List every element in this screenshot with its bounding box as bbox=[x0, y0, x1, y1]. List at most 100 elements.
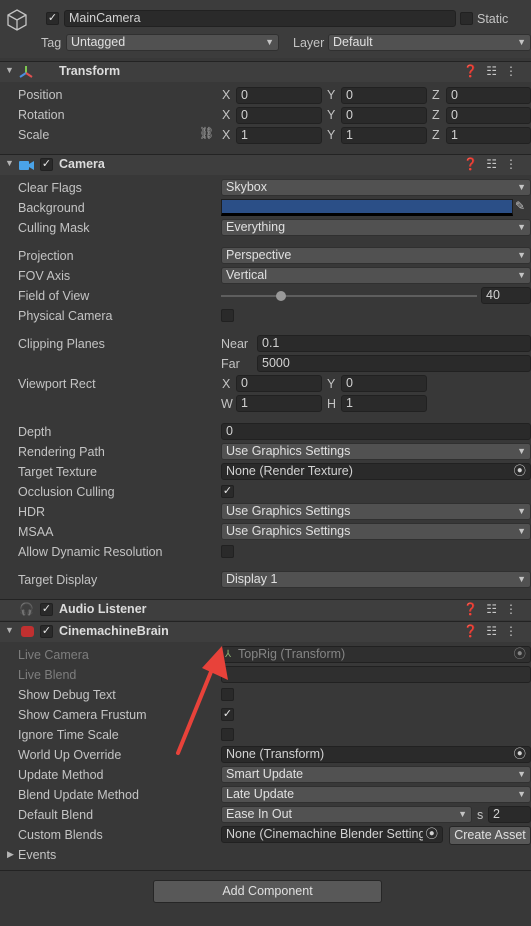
near-label: Near bbox=[221, 337, 249, 351]
blend-update-dropdown[interactable]: Late Update ▼ bbox=[221, 786, 531, 803]
eyedropper-icon[interactable]: ✎ bbox=[515, 199, 525, 213]
live-blend-field bbox=[221, 666, 531, 683]
position-x-field[interactable]: 0 bbox=[236, 87, 322, 104]
custom-blends-field[interactable]: None (Cinemachine Blender Setting ⦿ bbox=[221, 826, 443, 843]
sliders-icon[interactable]: ☷ bbox=[486, 157, 505, 171]
foldout-arrow-icon[interactable]: ▼ bbox=[5, 158, 14, 168]
create-asset-button[interactable]: Create Asset bbox=[449, 826, 531, 845]
scale-x-field[interactable]: 1 bbox=[236, 127, 322, 144]
add-component-button[interactable]: Add Component bbox=[153, 880, 382, 903]
culling-mask-dropdown[interactable]: Everything ▼ bbox=[221, 219, 531, 236]
sliders-icon[interactable]: ☷ bbox=[486, 624, 505, 638]
fov-axis-value: Vertical bbox=[226, 268, 267, 282]
viewport-y-field[interactable]: 0 bbox=[341, 375, 427, 392]
chevron-down-icon: ▼ bbox=[517, 789, 526, 799]
clear-flags-value: Skybox bbox=[226, 180, 267, 194]
object-name-field[interactable]: MainCamera bbox=[64, 10, 456, 27]
scale-label: Scale bbox=[18, 128, 50, 142]
near-field[interactable]: 0.1 bbox=[257, 335, 531, 352]
custom-blends-label: Custom Blends bbox=[18, 828, 103, 842]
foldout-arrow-icon[interactable]: ▶ bbox=[7, 849, 14, 860]
world-up-value: None (Transform) bbox=[226, 747, 325, 761]
camera-enabled-checkbox[interactable]: ✓ bbox=[40, 158, 53, 171]
scale-z-field[interactable]: 1 bbox=[446, 127, 531, 144]
events-label[interactable]: Events bbox=[18, 848, 56, 862]
viewport-w-field[interactable]: 1 bbox=[236, 395, 322, 412]
fov-slider-track[interactable] bbox=[221, 295, 477, 297]
default-blend-dropdown[interactable]: Ease In Out ▼ bbox=[221, 806, 472, 823]
camera-header[interactable]: ▼ ✓ Camera ❓☷⋮ bbox=[0, 154, 531, 175]
hdr-dropdown[interactable]: Use Graphics Settings ▼ bbox=[221, 503, 531, 520]
position-y-label: Y bbox=[327, 88, 336, 102]
sliders-icon[interactable]: ☷ bbox=[486, 602, 505, 616]
cinemachine-brain-checkbox[interactable]: ✓ bbox=[40, 625, 53, 638]
kebab-menu-icon[interactable]: ⋮ bbox=[505, 624, 525, 638]
scale-y-label: Y bbox=[327, 128, 336, 142]
viewport-x-field[interactable]: 0 bbox=[236, 375, 322, 392]
cinemachine-brain-header[interactable]: ▼ ✓ CinemachineBrain ❓☷⋮ bbox=[0, 621, 531, 642]
transform-header[interactable]: ▼ Transform ❓☷⋮ bbox=[0, 61, 531, 82]
msaa-dropdown[interactable]: Use Graphics Settings ▼ bbox=[221, 523, 531, 540]
object-picker-icon[interactable]: ⦿ bbox=[513, 464, 526, 479]
viewport-rect-label: Viewport Rect bbox=[18, 377, 96, 391]
kebab-menu-icon[interactable]: ⋮ bbox=[505, 157, 525, 171]
depth-field[interactable]: 0 bbox=[221, 423, 531, 440]
target-texture-field[interactable]: None (Render Texture) ⦿ bbox=[221, 463, 531, 480]
msaa-label: MSAA bbox=[18, 525, 54, 539]
layer-dropdown[interactable]: Default ▼ bbox=[328, 34, 531, 51]
rendering-path-dropdown[interactable]: Use Graphics Settings ▼ bbox=[221, 443, 531, 460]
background-color-swatch[interactable] bbox=[221, 199, 513, 216]
help-icon[interactable]: ❓ bbox=[463, 157, 486, 171]
default-blend-seconds-field[interactable]: 2 bbox=[488, 806, 531, 823]
chevron-down-icon: ▼ bbox=[517, 250, 526, 260]
fov-axis-dropdown[interactable]: Vertical ▼ bbox=[221, 267, 531, 284]
camera-icon bbox=[19, 161, 34, 170]
rotation-x-label: X bbox=[222, 108, 231, 122]
audio-listener-checkbox[interactable]: ✓ bbox=[40, 603, 53, 616]
audio-listener-header[interactable]: 🎧 ✓ Audio Listener ❓☷⋮ bbox=[0, 599, 531, 620]
clear-flags-dropdown[interactable]: Skybox ▼ bbox=[221, 179, 531, 196]
projection-dropdown[interactable]: Perspective ▼ bbox=[221, 247, 531, 264]
sliders-icon[interactable]: ☷ bbox=[486, 64, 505, 78]
chevron-down-icon: ▼ bbox=[517, 574, 526, 584]
link-icon[interactable]: ⛓ bbox=[199, 126, 214, 140]
rotation-x-field[interactable]: 0 bbox=[236, 107, 322, 124]
fov-slider-handle[interactable] bbox=[276, 291, 286, 301]
chevron-down-icon: ▼ bbox=[458, 809, 467, 819]
rotation-z-field[interactable]: 0 bbox=[446, 107, 531, 124]
kebab-menu-icon[interactable]: ⋮ bbox=[505, 64, 525, 78]
object-picker-icon[interactable]: ⦿ bbox=[423, 827, 438, 842]
far-field[interactable]: 5000 bbox=[257, 355, 531, 372]
position-y-field[interactable]: 0 bbox=[341, 87, 427, 104]
foldout-arrow-icon[interactable]: ▼ bbox=[5, 65, 14, 75]
scale-y-field[interactable]: 1 bbox=[341, 127, 427, 144]
target-display-dropdown[interactable]: Display 1 ▼ bbox=[221, 571, 531, 588]
help-icon[interactable]: ❓ bbox=[463, 64, 486, 78]
viewport-h-field[interactable]: 1 bbox=[341, 395, 427, 412]
object-picker-icon[interactable]: ⦿ bbox=[513, 747, 526, 762]
position-label: Position bbox=[18, 88, 63, 102]
chevron-down-icon: ▼ bbox=[517, 222, 526, 232]
rotation-y-field[interactable]: 0 bbox=[341, 107, 427, 124]
update-method-dropdown[interactable]: Smart Update ▼ bbox=[221, 766, 531, 783]
live-camera-label: Live Camera bbox=[18, 648, 89, 662]
update-method-label: Update Method bbox=[18, 768, 104, 782]
world-up-field[interactable]: None (Transform) ⦿ bbox=[221, 746, 531, 763]
rendering-path-label: Rendering Path bbox=[18, 445, 105, 459]
dynamic-resolution-checkbox[interactable] bbox=[221, 545, 234, 558]
position-z-field[interactable]: 0 bbox=[446, 87, 531, 104]
section-divider bbox=[0, 870, 531, 871]
chevron-down-icon: ▼ bbox=[517, 37, 526, 47]
live-camera-field: ⅄ TopRig (Transform) ⦿ bbox=[221, 646, 531, 663]
fov-value-field[interactable]: 40 bbox=[481, 287, 531, 304]
active-checkbox[interactable]: ✓ bbox=[46, 12, 59, 25]
tag-dropdown[interactable]: Untagged ▼ bbox=[66, 34, 279, 51]
help-icon[interactable]: ❓ bbox=[463, 602, 486, 616]
rotation-label: Rotation bbox=[18, 108, 65, 122]
occlusion-culling-checkbox[interactable]: ✓ bbox=[221, 485, 234, 498]
kebab-menu-icon[interactable]: ⋮ bbox=[505, 602, 525, 616]
foldout-arrow-icon[interactable]: ▼ bbox=[5, 625, 14, 635]
help-icon[interactable]: ❓ bbox=[463, 624, 486, 638]
physical-camera-checkbox[interactable] bbox=[221, 309, 234, 322]
static-checkbox[interactable] bbox=[460, 12, 473, 25]
